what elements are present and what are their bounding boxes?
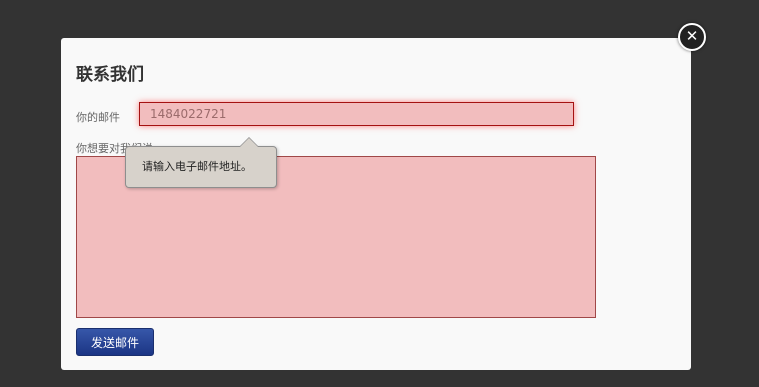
tooltip-arrow xyxy=(239,137,259,147)
validation-tooltip: 请输入电子邮件地址。 xyxy=(125,137,277,188)
modal-title: 联系我们 xyxy=(76,65,144,85)
contact-modal: 联系我们 你的邮件 你想要对我们说 请输入电子邮件地址。 发送邮件 xyxy=(61,38,691,370)
close-icon[interactable]: ✕ xyxy=(686,27,699,45)
validation-message: 请输入电子邮件地址。 xyxy=(142,160,252,173)
email-label: 你的邮件 xyxy=(76,111,120,124)
email-field[interactable] xyxy=(139,102,574,126)
close-button[interactable]: ✕ xyxy=(678,23,706,51)
send-email-button[interactable]: 发送邮件 xyxy=(76,328,154,356)
